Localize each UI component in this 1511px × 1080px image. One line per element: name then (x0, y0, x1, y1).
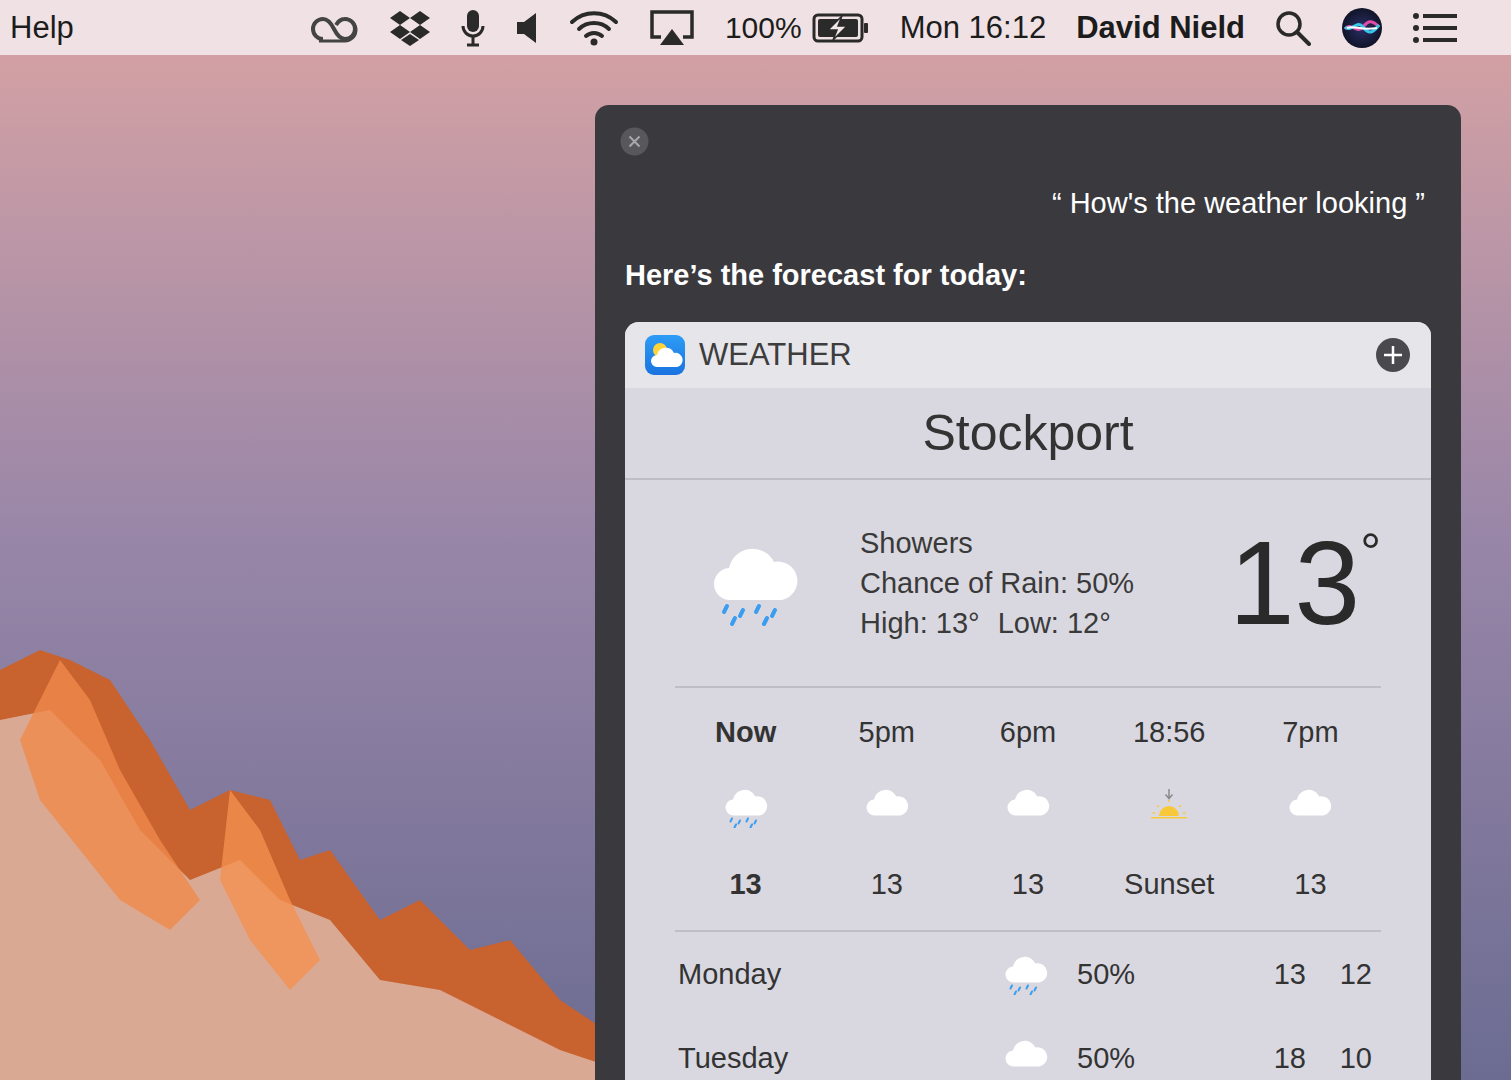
hour-column: 7pm 13 (1240, 688, 1381, 902)
hour-column: Now 13 (675, 688, 816, 902)
day-row: Tuesday 50%1810 (675, 1016, 1381, 1080)
day-name: Tuesday (675, 1040, 1001, 1076)
hour-cloud-icon (1003, 786, 1053, 828)
day-row: Monday 50%1312 (675, 932, 1381, 1016)
creative-cloud-icon[interactable] (309, 11, 359, 45)
desktop: Help 100% Mon 16:12 David Nield “ How's … (0, 0, 1511, 1080)
day-cloud-icon (1001, 1037, 1051, 1079)
siri-panel: “ How's the weather looking ” Here’s the… (595, 105, 1461, 1080)
notification-center-icon[interactable] (1413, 13, 1457, 43)
low-temp: Low: 12° (998, 603, 1111, 643)
hour-column: 5pm 13 (816, 688, 957, 902)
day-high: 13 (1217, 956, 1306, 992)
dropbox-icon[interactable] (389, 9, 431, 47)
hour-label: 5pm (859, 688, 915, 750)
clock[interactable]: Mon 16:12 (900, 8, 1047, 48)
hour-column: 6pm 13 (957, 688, 1098, 902)
daily-forecast: Monday50%1312Tuesday50%1810 (675, 930, 1381, 1080)
hour-value: 13 (871, 866, 903, 902)
hour-value: 13 (1294, 866, 1326, 902)
day-high: 18 (1217, 1040, 1306, 1076)
hour-label: 18:56 (1133, 688, 1206, 750)
airplay-icon[interactable] (649, 9, 695, 47)
rain-chance: Chance of Rain: 50% (860, 563, 1134, 603)
weather-card-header: WEATHER (625, 322, 1431, 388)
wifi-icon[interactable] (569, 10, 619, 46)
battery-percent[interactable]: 100% (725, 8, 802, 48)
hour-rain-icon (721, 786, 771, 828)
user-menu[interactable]: David Nield (1076, 8, 1245, 48)
close-icon[interactable] (620, 127, 649, 156)
wallpaper-mountain-icon (0, 600, 620, 1080)
help-menu[interactable]: Help (0, 8, 74, 48)
condition: Showers (860, 523, 1134, 563)
day-rain-chance: 50% (1077, 956, 1217, 992)
menu-bar: Help 100% Mon 16:12 David Nield (0, 0, 1511, 55)
siri-query: “ How's the weather looking ” (625, 105, 1431, 221)
day-rain-chance: 50% (1077, 1040, 1217, 1076)
day-name: Monday (675, 956, 1001, 992)
hour-column: 18:56 Sunset (1099, 688, 1240, 902)
hour-value: 13 (1012, 866, 1044, 902)
siri-response: Here’s the forecast for today: (625, 257, 1431, 293)
weather-card[interactable]: WEATHER Stockport Showers Chance of Rain… (625, 322, 1431, 1080)
hour-label: 6pm (1000, 688, 1056, 750)
day-low: 12 (1306, 956, 1372, 992)
hour-value: 13 (729, 866, 761, 902)
weather-app-icon (645, 335, 685, 375)
hour-cloud-icon (1285, 786, 1335, 828)
current-conditions: Showers Chance of Rain: 50% High: 13° Lo… (625, 480, 1431, 686)
hour-label: 7pm (1282, 688, 1338, 750)
day-rain-icon (1001, 953, 1051, 995)
day-low: 10 (1306, 1040, 1372, 1076)
microphone-icon[interactable] (461, 8, 485, 48)
search-icon[interactable] (1275, 10, 1311, 46)
high-temp: High: 13° (860, 603, 980, 643)
hour-cloud-icon (862, 786, 912, 828)
volume-icon[interactable] (515, 12, 539, 44)
battery-icon[interactable] (812, 12, 870, 44)
add-icon[interactable] (1375, 337, 1411, 373)
hour-label: Now (715, 688, 776, 750)
city-name: Stockport (625, 388, 1431, 480)
degree-sign: ° (1360, 526, 1381, 578)
current-temperature: 13 (1229, 524, 1360, 642)
hour-sunset-icon (1144, 786, 1194, 828)
current-weather-rain-icon (705, 533, 805, 633)
hour-value: Sunset (1124, 866, 1214, 902)
hourly-forecast: Now 13 5pm 13 6pm 13 18:56 Sunset 7pm 13 (675, 686, 1381, 930)
siri-icon[interactable] (1341, 7, 1383, 49)
weather-title: WEATHER (699, 335, 852, 375)
